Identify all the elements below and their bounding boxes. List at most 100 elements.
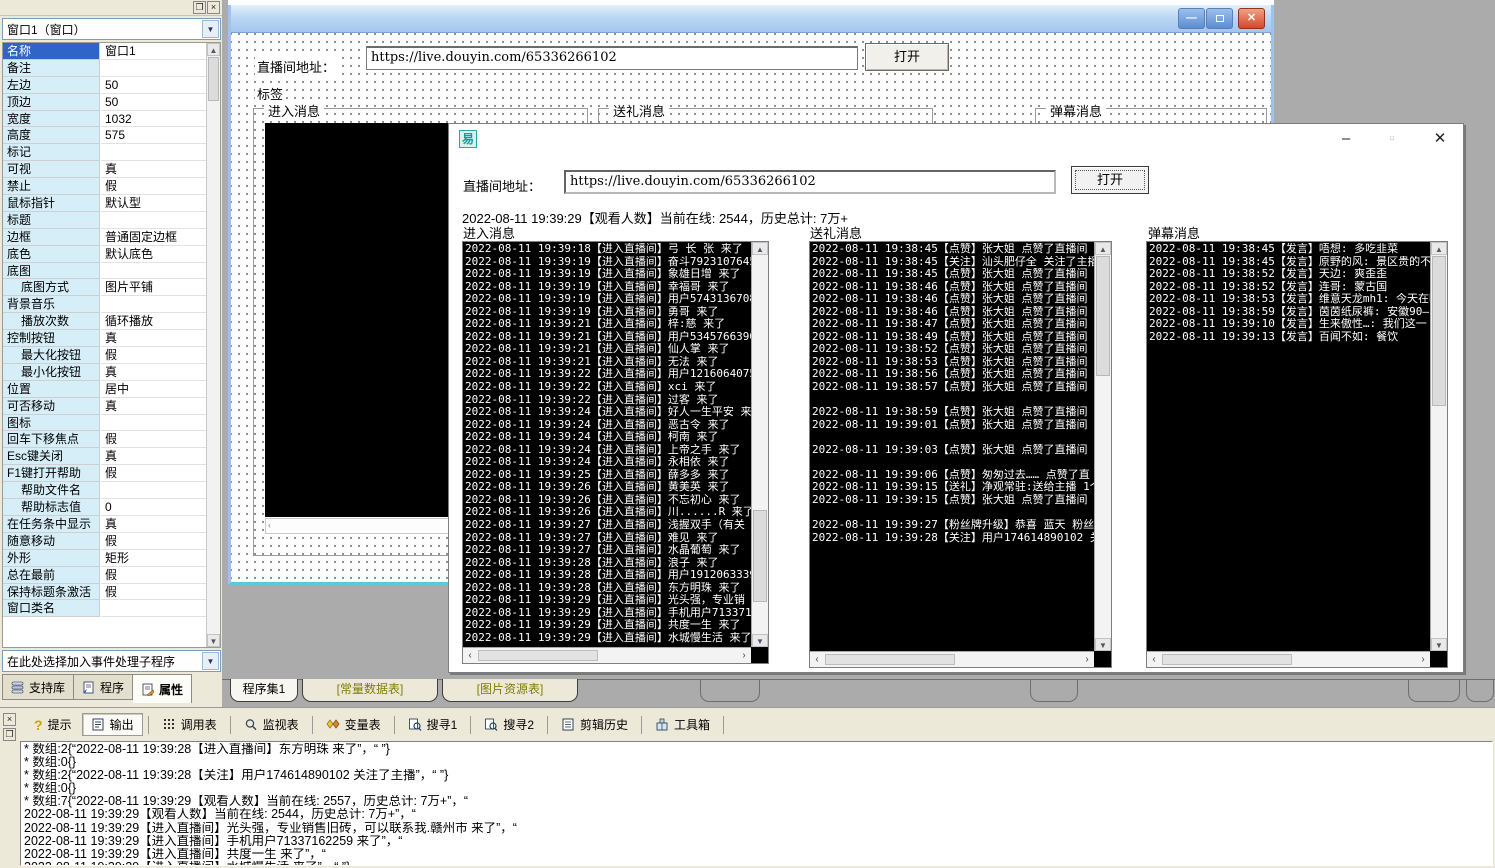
property-row[interactable]: Esc键关闭 真 — [3, 448, 220, 465]
list-item[interactable]: 2022-08-11 19:38:53【发言】维意天龙mh1: 今天在哪 — [1149, 293, 1430, 306]
property-value[interactable] — [101, 60, 207, 77]
list-item[interactable]: 2022-08-11 19:39:24【进入直播间】柯南 来了 — [465, 431, 751, 444]
list-item[interactable] — [812, 431, 1094, 444]
property-value[interactable]: 假 — [101, 567, 207, 584]
list-item[interactable]: 2022-08-11 19:39:19【进入直播间】象雄日增 来了 — [465, 268, 751, 281]
property-value[interactable] — [101, 415, 207, 432]
chevron-down-icon[interactable]: ▼ — [202, 652, 219, 670]
list-item[interactable]: 2022-08-11 19:39:29【进入直播间】共度一生 来了 — [465, 619, 751, 632]
property-value[interactable]: 默认型 — [101, 195, 207, 212]
list-item[interactable]: 2022-08-11 19:39:15【送礼】净观常驻:送给主播 1个 — [812, 481, 1094, 494]
list-item[interactable]: 2022-08-11 19:39:27【进入直播间】浅握双手（有关 — [465, 519, 751, 532]
list-item[interactable]: 2022-08-11 19:39:28【进入直播间】东方明珠 来了 — [465, 582, 751, 595]
property-value[interactable]: 真 — [101, 448, 207, 465]
list-item[interactable]: 2022-08-11 19:38:45【发言】唔想: 多吃韭菜 — [1149, 243, 1430, 256]
property-value[interactable]: 普通固定边框 — [101, 229, 207, 246]
list-item[interactable]: 2022-08-11 19:38:59【点赞】张大姐 点赞了直播间 — [812, 406, 1094, 419]
property-row[interactable]: 位置 居中 — [3, 381, 220, 398]
list-item[interactable]: 2022-08-11 19:39:19【进入直播间】奋斗79231076456 — [465, 256, 751, 269]
list-item[interactable]: 2022-08-11 19:39:19【进入直播间】勇哥 来了 — [465, 306, 751, 319]
vertical-scrollbar[interactable]: ▲ ▼ — [1094, 242, 1111, 651]
open-button[interactable]: 打开 — [1071, 166, 1149, 194]
list-item[interactable]: 2022-08-11 19:38:53【点赞】张大姐 点赞了直播间 — [812, 356, 1094, 369]
list-item[interactable]: 2022-08-11 19:39:24【进入直播间】永相依 来了 — [465, 456, 751, 469]
property-row[interactable]: 最大化按钮 假 — [3, 347, 220, 364]
property-value[interactable]: 575 — [101, 127, 207, 144]
property-value[interactable]: 假 — [101, 533, 207, 550]
list-item[interactable]: 2022-08-11 19:39:10【发言】生来傲性…: 我们这一 — [1149, 318, 1430, 331]
list-item[interactable] — [812, 506, 1094, 519]
scrollbar-thumb[interactable] — [753, 510, 767, 602]
property-value[interactable]: 真 — [101, 161, 207, 178]
scrollbar-thumb[interactable] — [208, 57, 219, 101]
property-value[interactable]: 0 — [101, 499, 207, 516]
list-item[interactable]: 2022-08-11 19:39:03【点赞】张大姐 点赞了直播间 — [812, 444, 1094, 457]
property-value[interactable]: 假 — [101, 431, 207, 448]
panel-restore-icon[interactable]: ❐ — [193, 1, 206, 14]
list-item[interactable]: 2022-08-11 19:38:52【发言】天边: 爽歪歪 — [1149, 268, 1430, 281]
property-row[interactable]: 高度 575 — [3, 127, 220, 144]
scrollbar-thumb[interactable] — [1096, 256, 1110, 376]
list-item[interactable]: 2022-08-11 19:39:18【进入直播间】弓 长 张 来了 — [465, 243, 751, 256]
property-row[interactable]: 背景音乐 — [3, 296, 220, 313]
property-row[interactable]: 在任务条中显示 真 — [3, 516, 220, 533]
tab-search2[interactable]: 搜寻2 — [476, 714, 542, 735]
minimize-icon[interactable]: — — [1178, 8, 1205, 29]
list-item[interactable]: 2022-08-11 19:38:52【发言】连哥: 蒙古国 — [1149, 281, 1430, 294]
property-value[interactable]: 矩形 — [101, 550, 207, 567]
scrollbar-thumb[interactable] — [1162, 654, 1292, 665]
list-item[interactable]: 2022-08-11 19:38:45【点赞】张大姐 点赞了直播间 — [812, 268, 1094, 281]
property-row[interactable]: 图标 — [3, 415, 220, 432]
workspace-tab-assembly[interactable]: 程序集1 — [230, 679, 298, 702]
list-item[interactable]: 2022-08-11 19:39:15【点赞】张大姐 点赞了直播间 — [812, 494, 1094, 507]
scroll-up-icon[interactable]: ▲ — [1431, 242, 1447, 255]
property-value[interactable]: 假 — [101, 584, 207, 601]
property-value[interactable]: 默认底色 — [101, 246, 207, 263]
property-row[interactable]: F1键打开帮助 假 — [3, 465, 220, 482]
list-item[interactable] — [812, 394, 1094, 407]
list-item[interactable]: 2022-08-11 19:38:47【点赞】张大姐 点赞了直播间 — [812, 318, 1094, 331]
property-value[interactable]: 50 — [101, 94, 207, 111]
property-row[interactable]: 窗口类名 — [3, 600, 220, 617]
workspace-tab-constants[interactable]: [常量数据表] — [302, 679, 438, 702]
horizontal-scrollbar[interactable]: ‹ › — [463, 647, 751, 663]
list-item[interactable]: 2022-08-11 19:39:25【进入直播间】薛多多 来了 — [465, 469, 751, 482]
scroll-down-icon[interactable]: ▼ — [752, 634, 768, 647]
property-row[interactable]: 禁止 假 — [3, 178, 220, 195]
property-row[interactable]: 左边 50 — [3, 77, 220, 94]
tab-properties[interactable]: 属性 — [133, 674, 192, 703]
list-item[interactable]: 2022-08-11 19:38:45【点赞】张大姐 点赞了直播间 — [812, 243, 1094, 256]
property-value[interactable]: 真 — [101, 364, 207, 381]
list-item[interactable]: 2022-08-11 19:39:27【进入直播间】水晶葡萄 来了 — [465, 544, 751, 557]
scrollbar-thumb[interactable] — [1432, 256, 1446, 406]
list-item[interactable]: 2022-08-11 19:39:29【进入直播间】手机用户713371 — [465, 607, 751, 620]
workspace-tab-ghost[interactable] — [1030, 679, 1078, 702]
list-item[interactable]: 2022-08-11 19:38:59【发言】茵茵纸尿裤: 安徽90— — [1149, 306, 1430, 319]
designer-url-input[interactable]: https://live.douyin.com/65336266102 — [366, 46, 858, 70]
list-item[interactable]: 2022-08-11 19:39:24【进入直播间】好人一生平安 来 — [465, 406, 751, 419]
property-value[interactable] — [101, 212, 207, 229]
property-value[interactable]: 1032 — [101, 111, 207, 128]
scroll-up-icon[interactable]: ▲ — [207, 43, 220, 56]
list-item[interactable]: 2022-08-11 19:39:21【进入直播间】无法 来了 — [465, 356, 751, 369]
tab-watch-table[interactable]: 监视表 — [236, 714, 307, 735]
scroll-left-icon[interactable]: ‹ — [463, 649, 477, 662]
list-item[interactable]: 2022-08-11 19:39:24【进入直播间】上帝之手 来了 — [465, 444, 751, 457]
property-value[interactable]: 50 — [101, 77, 207, 94]
list-item[interactable]: 2022-08-11 19:38:46【点赞】张大姐 点赞了直播间 — [812, 281, 1094, 294]
panel-close-icon[interactable]: × — [3, 713, 16, 726]
property-row[interactable]: 回车下移焦点 假 — [3, 431, 220, 448]
close-icon[interactable]: ✕ — [1238, 8, 1265, 29]
property-row[interactable]: 最小化按钮 真 — [3, 364, 220, 381]
list-item[interactable]: 2022-08-11 19:38:46【点赞】张大姐 点赞了直播间 — [812, 293, 1094, 306]
property-value[interactable]: 循环播放 — [101, 313, 207, 330]
property-value[interactable]: 图片平铺 — [101, 279, 207, 296]
property-value[interactable]: 假 — [101, 465, 207, 482]
scroll-left-icon[interactable]: ‹ — [810, 653, 824, 666]
list-item[interactable]: 2022-08-11 19:38:45【发言】原野的风: 景区贵的不 — [1149, 256, 1430, 269]
list-item[interactable]: 2022-08-11 19:39:22【进入直播间】xci 来了 — [465, 381, 751, 394]
tab-clip-history[interactable]: 剪辑历史 — [553, 714, 636, 735]
property-value[interactable]: 真 — [101, 330, 207, 347]
event-handler-selector[interactable]: 在此处选择加入事件处理子程序 ▼ — [2, 650, 221, 672]
list-item[interactable]: 2022-08-11 19:39:26【进入直播间】不忘初心 来了 — [465, 494, 751, 507]
